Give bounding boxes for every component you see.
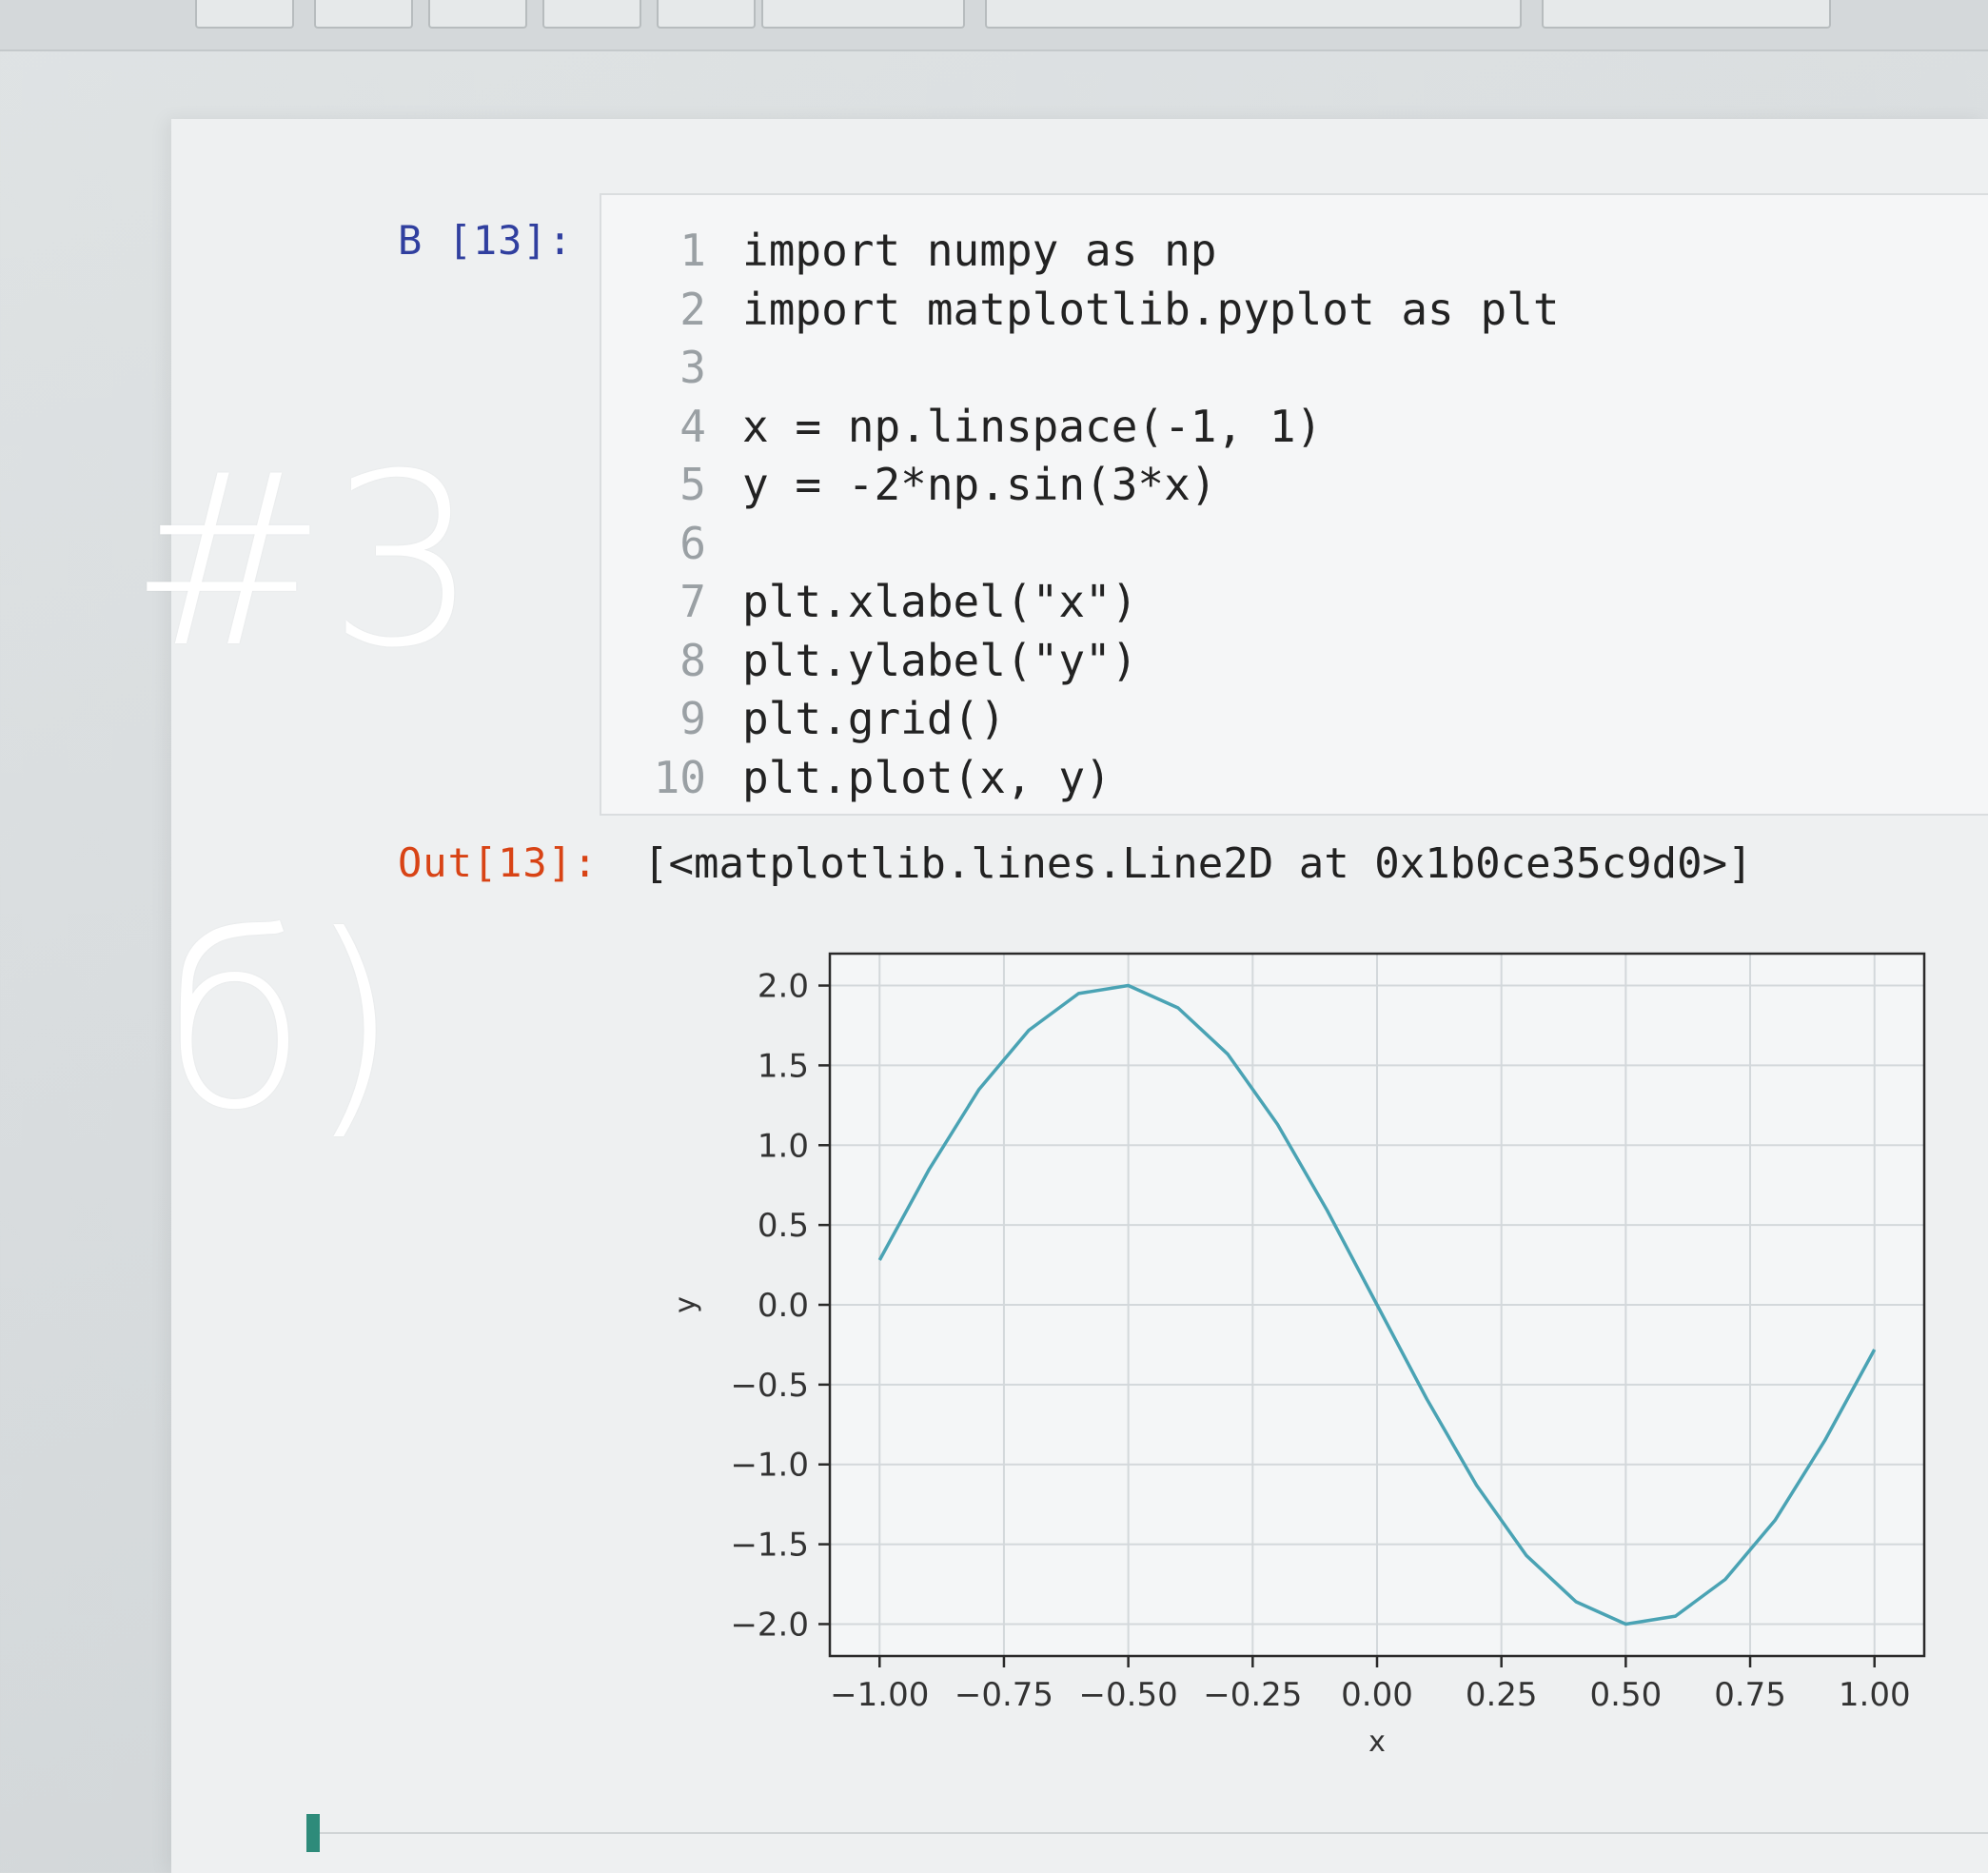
y-axis-label: y [669, 1296, 702, 1313]
y-tick-label: 1.0 [758, 1127, 809, 1165]
handwritten-part-label: б) [162, 884, 401, 1161]
x-tick-label: 0.50 [1590, 1676, 1663, 1714]
x-tick-label: 0.25 [1466, 1676, 1538, 1714]
x-axis-label: x [1368, 1725, 1386, 1759]
y-tick-label: 0.5 [758, 1207, 809, 1245]
y-tick-label: −1.0 [730, 1447, 809, 1485]
y-tick-label: −2.0 [730, 1606, 809, 1644]
x-tick-label: 1.00 [1839, 1676, 1911, 1714]
handwritten-problem-number: #3 [128, 423, 480, 700]
y-tick-label: 2.0 [758, 968, 809, 1006]
y-tick-label: 1.5 [758, 1047, 809, 1085]
cell-cursor [306, 1814, 320, 1852]
next-cell-border [306, 1832, 1988, 1834]
y-tick-label: −1.5 [730, 1527, 809, 1565]
y-tick-label: −0.5 [730, 1367, 809, 1405]
x-tick-label: −0.75 [955, 1676, 1053, 1714]
x-tick-label: −1.00 [830, 1676, 929, 1714]
x-tick-label: 0.00 [1341, 1676, 1413, 1714]
x-tick-label: 0.75 [1714, 1676, 1786, 1714]
y-tick-label: 0.0 [758, 1287, 809, 1325]
x-tick-label: −0.25 [1203, 1676, 1302, 1714]
x-tick-label: −0.50 [1079, 1676, 1178, 1714]
